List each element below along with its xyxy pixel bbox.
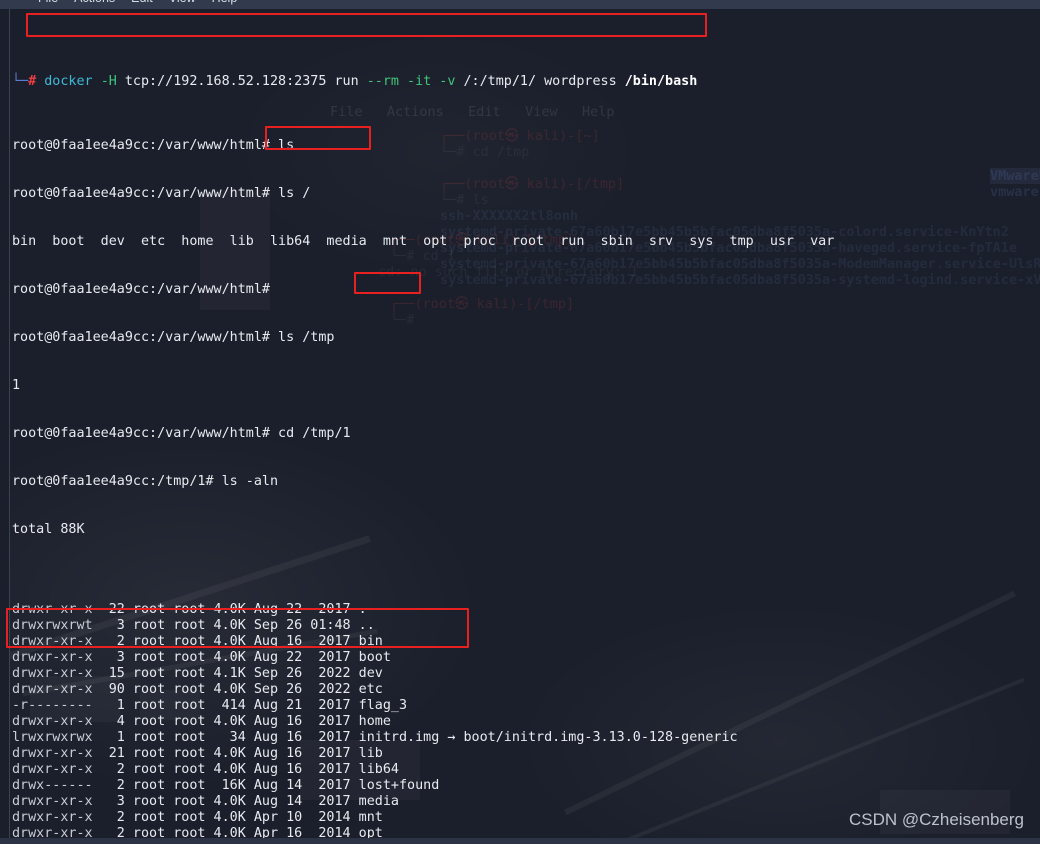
listing-fields: 21 root root 4.0K Aug 16 2017 lib	[92, 746, 383, 761]
cmd-cd-tmp1: cd /tmp/1	[278, 426, 351, 441]
menu-item-help[interactable]: Help	[204, 0, 246, 5]
listing-row: -r-------- 1 root root 414 Aug 21 2017 f…	[12, 698, 1040, 714]
docker-binary: docker	[44, 74, 93, 89]
prompt-html-3: root@0faa1ee4a9cc:/var/www/html#	[12, 330, 279, 345]
listing-row: drwxr-xr-x 3 root root 4.0K Aug 22 2017 …	[12, 650, 1040, 666]
listing-row: drwxr-xr-x 15 root root 4.1K Sep 26 2022…	[12, 666, 1040, 682]
listing-permissions: drwxr-xr-x	[12, 666, 93, 681]
listing-fields: 1 root root 34 Aug 16 2017 initrd.img → …	[92, 730, 738, 745]
listing-permissions: drwx------	[12, 778, 93, 793]
listing-permissions: drwxr-xr-x	[12, 714, 93, 729]
menu-bar: File Actions Edit View Help	[0, 0, 1040, 9]
line-docker-command: └─# docker -H tcp://192.168.52.128:2375 …	[12, 74, 1040, 90]
prompt-html-1: root@0faa1ee4a9cc:/var/www/html#	[12, 138, 279, 153]
menu-item-view[interactable]: View	[161, 0, 204, 5]
line-ls-tmp-result: 1	[12, 378, 21, 393]
listing-row: drwxr-xr-x 4 root root 4.0K Aug 16 2017 …	[12, 714, 1040, 730]
listing-fields: 22 root root 4.0K Aug 22 2017 .	[92, 602, 367, 617]
listing-permissions: drwxr-xr-x	[12, 634, 93, 649]
line-cmd-ls: root@0faa1ee4a9cc:/var/www/html# ls	[12, 138, 1040, 154]
listing-row: drwxr-xr-x 22 root root 4.0K Aug 22 2017…	[12, 602, 1040, 618]
listing-row: lrwxrwxrwx 1 root root 34 Aug 16 2017 in…	[12, 730, 1040, 746]
listing-fields: 2 root root 4.0K Aug 16 2017 lib64	[92, 762, 399, 777]
cmd-ls-root: ls /	[278, 186, 311, 201]
listing-permissions: drwxr-xr-x	[12, 682, 93, 697]
listing-fields: 1 root root 414 Aug 21 2017 flag_3	[92, 698, 408, 713]
line-cmd-ls-tmp: root@0faa1ee4a9cc:/var/www/html# ls /tmp	[12, 330, 1040, 346]
docker-run-subcmd: run	[334, 74, 359, 89]
listing-row: drwxr-xr-x 90 root root 4.0K Sep 26 2022…	[12, 682, 1040, 698]
listing-row: drwxr-xr-x 3 root root 4.0K Aug 14 2017 …	[12, 794, 1040, 810]
listing-permissions: lrwxrwxrwx	[12, 730, 93, 745]
listing-fields: 2 root root 16K Aug 14 2017 lost+found	[92, 778, 440, 793]
menu-item-file[interactable]: File	[30, 0, 66, 5]
cmd-ls-tmp: ls /tmp	[278, 330, 335, 345]
docker-flag-h: -H	[100, 74, 117, 89]
listing-permissions: drwxr-xr-x	[12, 762, 93, 777]
listing-fields: 3 root root 4.0K Aug 14 2017 media	[92, 794, 399, 809]
line-ls-root-result: bin boot dev etc home lib lib64 media mn…	[12, 234, 835, 249]
listing-row: drwxrwxrwt 3 root root 4.0K Sep 26 01:48…	[12, 618, 1040, 634]
listing-row: drwxr-xr-x 2 root root 4.0K Aug 16 2017 …	[12, 634, 1040, 650]
prompt-corner-glyph: └─	[12, 74, 29, 89]
directory-listing: drwxr-xr-x 22 root root 4.0K Aug 22 2017…	[12, 602, 1040, 844]
terminal-window: File Actions Edit View Help ┌──(root㉿ ka…	[0, 0, 1040, 844]
listing-fields: 2 root root 4.0K Aug 16 2017 bin	[92, 634, 383, 649]
window-bottom-bar	[0, 838, 1040, 844]
prompt-html-2: root@0faa1ee4a9cc:/var/www/html#	[12, 186, 279, 201]
listing-permissions: drwxr-xr-x	[12, 794, 93, 809]
listing-permissions: drwxrwxrwt	[12, 618, 93, 633]
menu-item-actions[interactable]: Actions	[66, 0, 123, 5]
line-listing-total: total 88K	[12, 522, 85, 537]
listing-fields: 4 root root 4.0K Aug 16 2017 home	[92, 714, 391, 729]
listing-fields: 15 root root 4.1K Sep 26 2022 dev	[92, 666, 383, 681]
docker-shell: /bin/bash	[624, 74, 698, 89]
line-cmd-ls-root: root@0faa1ee4a9cc:/var/www/html# ls /	[12, 186, 1040, 202]
listing-permissions: drwxr-xr-x	[12, 810, 93, 825]
prompt-tmp1-1: root@0faa1ee4a9cc:/tmp/1#	[12, 474, 222, 489]
listing-fields: 2 root root 4.0K Apr 10 2014 mnt	[92, 810, 383, 825]
listing-permissions: drwxr-xr-x	[12, 650, 93, 665]
window-left-rule	[9, 9, 10, 844]
docker-volume: /:/tmp/1/	[463, 74, 537, 89]
docker-endpoint: tcp://192.168.52.128:2375	[124, 74, 327, 89]
listing-permissions: drwxr-xr-x	[12, 746, 93, 761]
terminal-output[interactable]: └─# docker -H tcp://192.168.52.128:2375 …	[12, 10, 1040, 844]
listing-row: drwxr-xr-x 21 root root 4.0K Aug 16 2017…	[12, 746, 1040, 762]
line-cmd-cd: root@0faa1ee4a9cc:/var/www/html# cd /tmp…	[12, 426, 1040, 442]
line-prompt-bare-1: root@0faa1ee4a9cc:/var/www/html#	[12, 282, 279, 297]
menu-item-edit[interactable]: Edit	[123, 0, 161, 5]
prompt-hash: #	[28, 74, 37, 89]
listing-row: drwxr-xr-x 2 root root 4.0K Aug 16 2017 …	[12, 762, 1040, 778]
csdn-watermark: CSDN @Czheisenberg	[848, 810, 1024, 829]
cmd-ls: ls	[278, 138, 295, 153]
docker-image: wordpress	[544, 74, 617, 89]
listing-fields: 3 root root 4.0K Sep 26 01:48 ..	[92, 618, 375, 633]
prompt-html-4: root@0faa1ee4a9cc:/var/www/html#	[12, 426, 279, 441]
listing-permissions: drwxr-xr-x	[12, 602, 93, 617]
docker-options: --rm -it -v	[366, 74, 456, 89]
line-cmd-ls-aln: root@0faa1ee4a9cc:/tmp/1# ls -aln	[12, 474, 1040, 490]
cmd-ls-aln: ls -aln	[221, 474, 279, 489]
listing-row: drwx------ 2 root root 16K Aug 14 2017 l…	[12, 778, 1040, 794]
listing-permissions: -r--------	[12, 698, 93, 713]
listing-fields: 3 root root 4.0K Aug 22 2017 boot	[92, 650, 391, 665]
listing-fields: 90 root root 4.0K Sep 26 2022 etc	[92, 682, 383, 697]
